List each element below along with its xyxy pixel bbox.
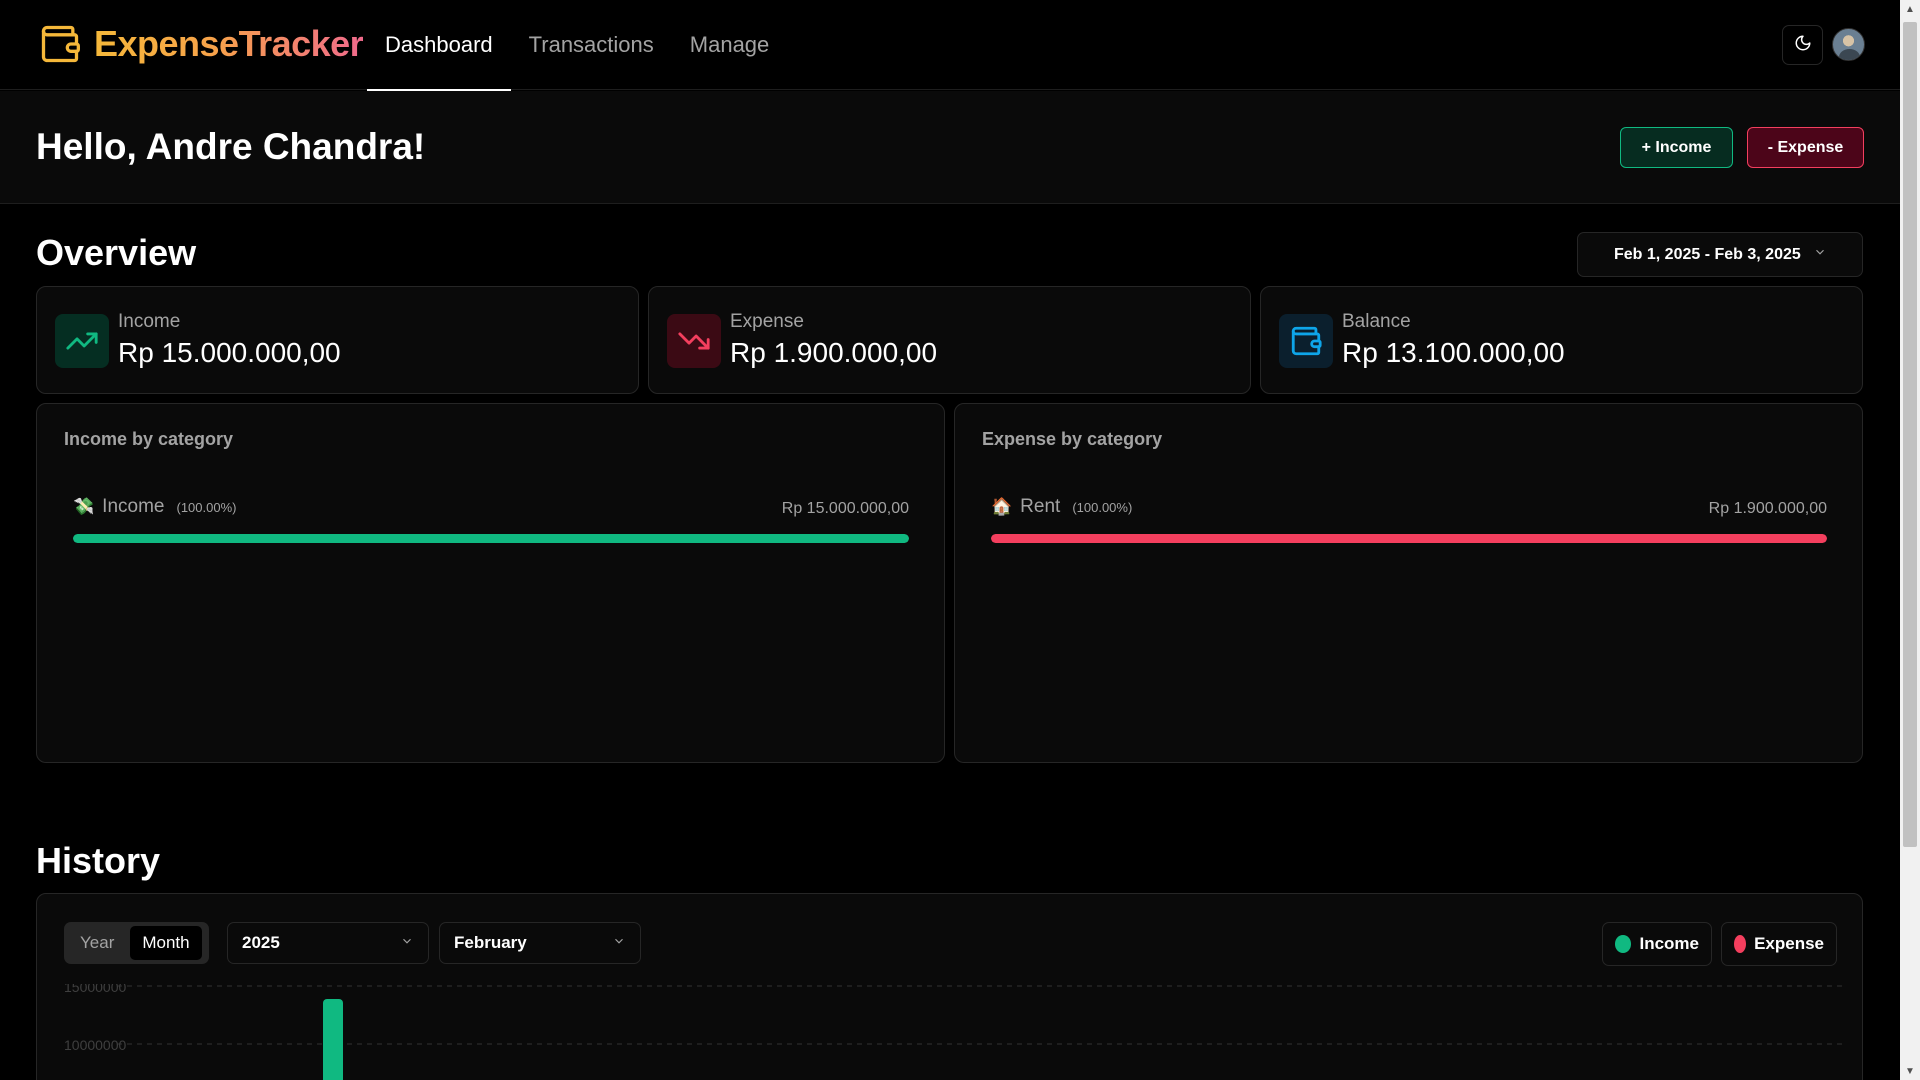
scroll-down-arrow[interactable]: ▼ (1900, 1062, 1920, 1080)
expense-stat-value: Rp 1.900.000,00 (730, 337, 938, 368)
nav-link-manage[interactable]: Manage (672, 0, 788, 90)
category-progress-fill (73, 534, 909, 543)
add-income-button[interactable]: + Income (1620, 127, 1733, 168)
legend-expense-label: Expense (1754, 934, 1824, 953)
expense-by-category-card: Expense by category 🏠 Rent (100.00%) Rp … (954, 403, 1863, 763)
expense-category-title: Expense by category (982, 429, 1163, 449)
user-avatar[interactable] (1832, 28, 1865, 61)
balance-stat-value: Rp 13.100.000,00 (1342, 337, 1565, 368)
history-card: Year Month 2025 February Income Expense … (36, 893, 1863, 1080)
money-icon: 💸 (73, 497, 95, 516)
category-amount: Rp 1.900.000,00 (1708, 500, 1827, 517)
wallet-icon (38, 22, 82, 66)
balance-stat-card: Balance Rp 13.100.000,00 (1260, 286, 1863, 394)
timeframe-toggle: Year Month (64, 922, 209, 964)
category-percent: (100.00%) (1072, 499, 1133, 515)
chevron-down-icon (612, 933, 626, 953)
category-name: Rent (1020, 496, 1061, 517)
nav-links: Dashboard Transactions Manage (367, 0, 788, 91)
y-tick-label: 10000000 (64, 1037, 127, 1053)
category-progress-fill (991, 534, 1827, 543)
legend-income-toggle[interactable]: Income (1602, 922, 1712, 966)
category-progress-track (991, 534, 1827, 543)
income-stat-label: Income (118, 311, 181, 332)
nav-link-transactions[interactable]: Transactions (511, 0, 672, 90)
nav-link-dashboard[interactable]: Dashboard (367, 0, 511, 91)
income-stat-card: Income Rp 15.000.000,00 (36, 286, 639, 394)
chevron-down-icon (1813, 245, 1827, 264)
history-chart: 15000000 10000000 (64, 984, 1842, 1080)
date-range-picker[interactable]: Feb 1, 2025 - Feb 3, 2025 (1577, 232, 1863, 277)
overview-title: Overview (36, 232, 197, 273)
chevron-down-icon (400, 933, 414, 953)
month-select-value: February (454, 933, 527, 952)
month-select[interactable]: February (439, 922, 641, 964)
y-tick-label: 15000000 (64, 984, 127, 995)
legend-income-label: Income (1639, 934, 1699, 953)
wallet-icon (1279, 314, 1333, 368)
trending-down-icon (667, 314, 721, 368)
expense-stat-card: Expense Rp 1.900.000,00 (648, 286, 1251, 394)
page-scrollbar[interactable]: ▲ ▼ (1900, 0, 1920, 1080)
legend-dot-expense (1734, 935, 1747, 953)
moon-icon (1794, 34, 1812, 57)
greeting-text: Hello, Andre Chandra! (36, 126, 426, 167)
legend-dot-income (1615, 935, 1632, 953)
brand-name: ExpenseTracker (94, 23, 364, 64)
tab-year[interactable]: Year (68, 926, 126, 960)
balance-stat-label: Balance (1342, 311, 1411, 332)
greeting-band: Hello, Andre Chandra! + Income - Expense (0, 91, 1900, 204)
top-navbar: ExpenseTracker Dashboard Transactions Ma… (0, 0, 1900, 91)
date-range-value: Feb 1, 2025 - Feb 3, 2025 (1614, 245, 1801, 263)
scroll-thumb[interactable] (1903, 22, 1917, 847)
trending-up-icon (55, 314, 109, 368)
year-select[interactable]: 2025 (227, 922, 429, 964)
house-icon: 🏠 (991, 497, 1013, 516)
tab-month[interactable]: Month (130, 926, 202, 960)
scroll-up-arrow[interactable]: ▲ (1900, 0, 1920, 18)
category-progress-track (73, 534, 909, 543)
legend-expense-toggle[interactable]: Expense (1721, 922, 1837, 966)
chart-bar-income[interactable] (323, 999, 343, 1080)
income-by-category-card: Income by category 💸 Income (100.00%) Rp… (36, 403, 945, 763)
expense-stat-label: Expense (730, 311, 804, 332)
category-label: 💸 Income (100.00%) (73, 496, 236, 518)
income-stat-value: Rp 15.000.000,00 (118, 337, 341, 368)
category-percent: (100.00%) (176, 499, 237, 515)
income-category-title: Income by category (64, 429, 234, 449)
year-select-value: 2025 (242, 933, 280, 952)
history-title: History (36, 840, 161, 881)
add-expense-button[interactable]: - Expense (1747, 127, 1864, 168)
category-label: 🏠 Rent (100.00%) (991, 496, 1132, 518)
category-amount: Rp 15.000.000,00 (781, 500, 909, 517)
brand-logo[interactable]: ExpenseTracker (38, 22, 364, 66)
category-name: Income (102, 496, 165, 517)
theme-toggle-button[interactable] (1782, 25, 1823, 65)
